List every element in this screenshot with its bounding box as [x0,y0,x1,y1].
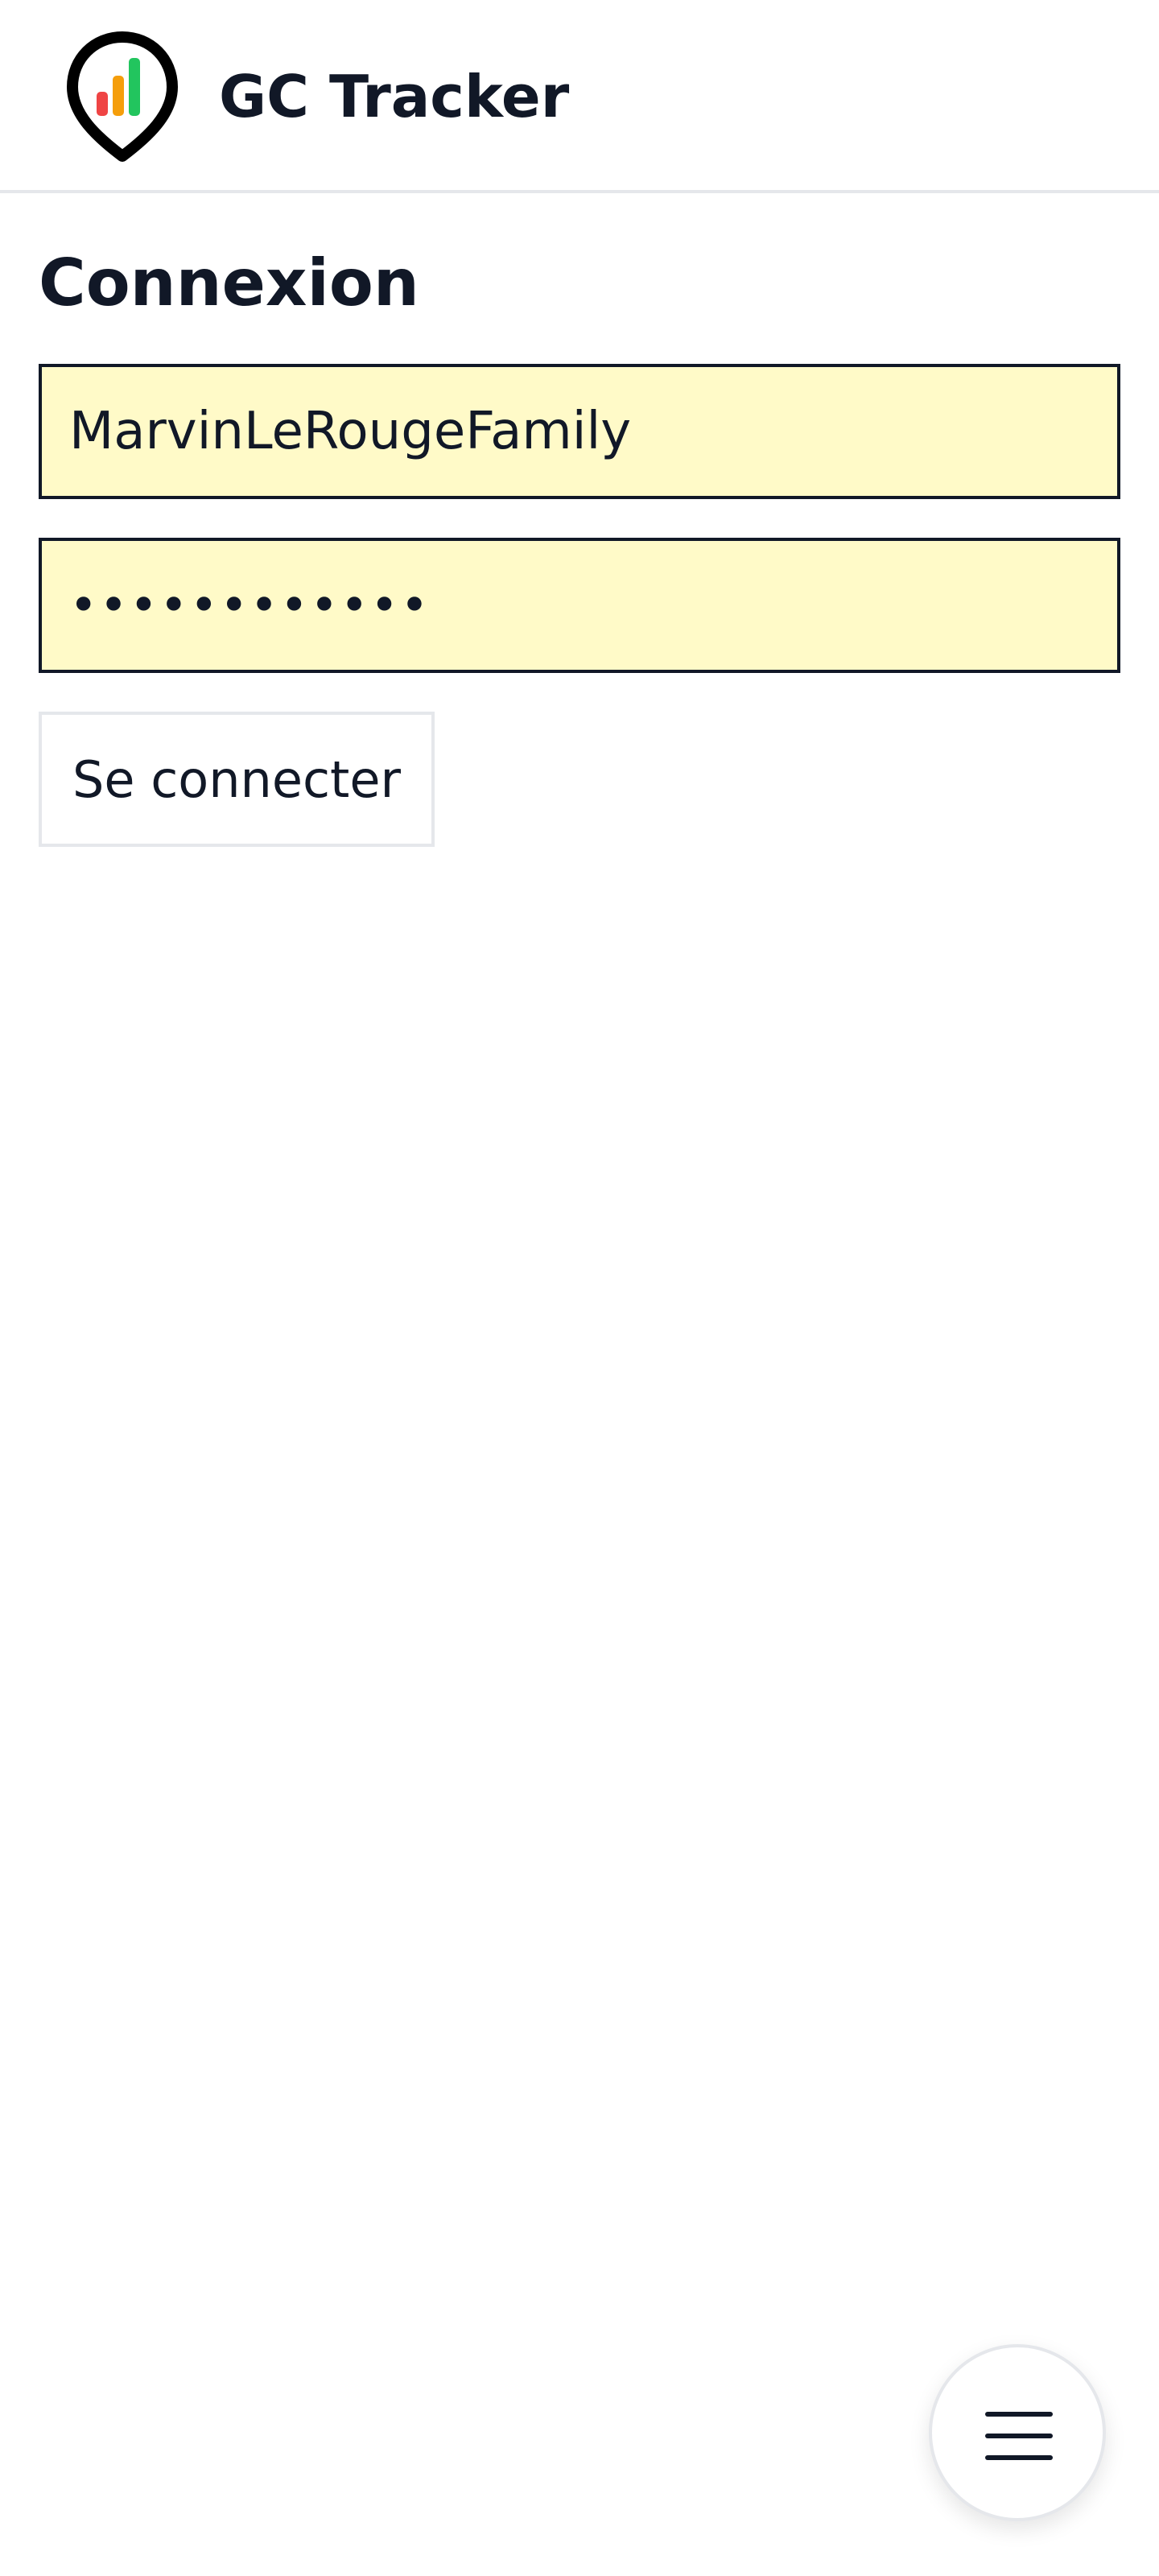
login-button[interactable]: Se connecter [39,712,435,847]
page-title: Connexion [39,246,419,320]
password-field[interactable] [39,538,1120,673]
map-pin-chart-icon [67,31,178,162]
app-header: GC Tracker [0,0,1159,193]
menu-button[interactable] [929,2344,1106,2521]
username-field[interactable] [39,364,1120,499]
hamburger-menu-icon [985,2412,1053,2460]
app-title: GC Tracker [219,63,570,130]
